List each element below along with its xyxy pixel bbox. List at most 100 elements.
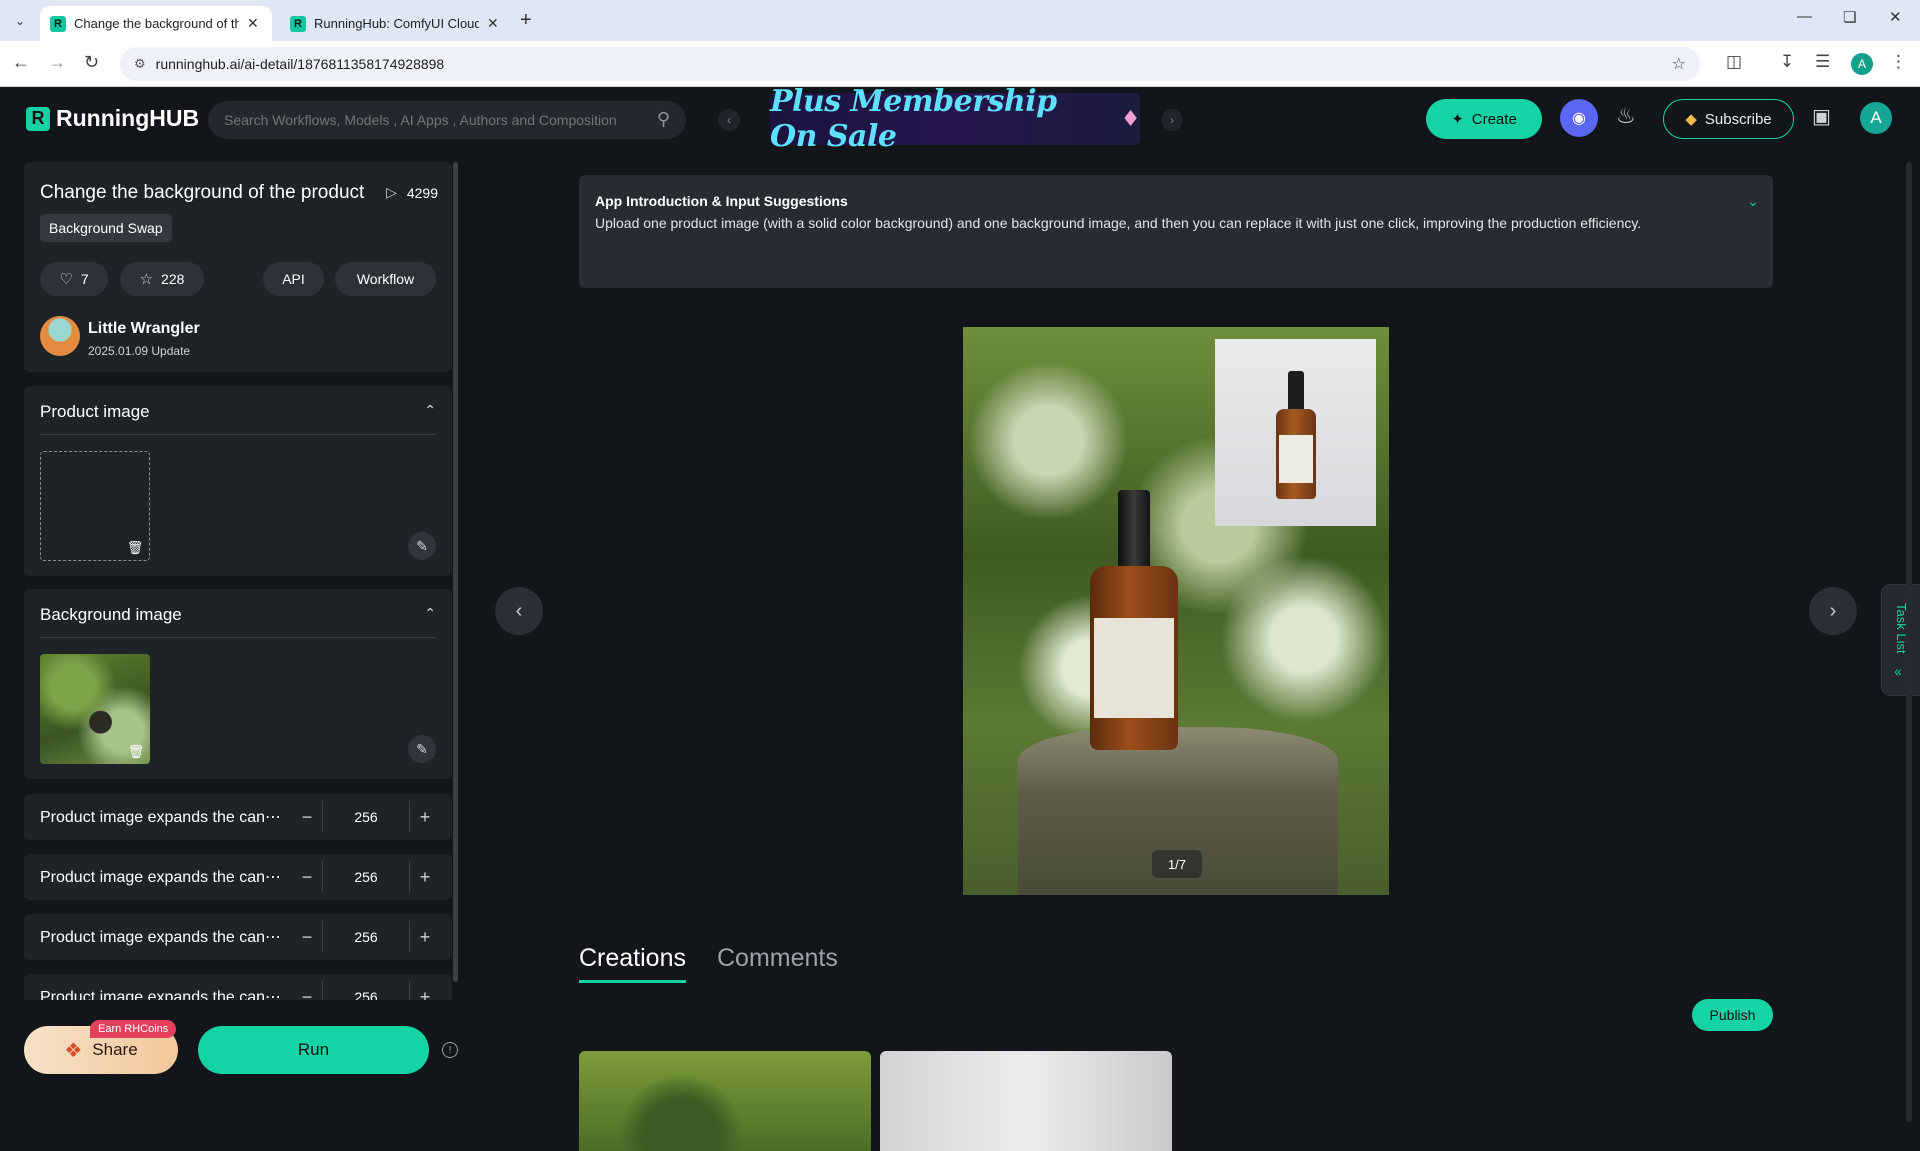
author-name[interactable]: Little Wrangler xyxy=(88,320,200,338)
bottle-label xyxy=(1094,618,1174,718)
discord-icon[interactable]: ◉ xyxy=(1560,99,1598,137)
trash-icon[interactable]: 🗑 xyxy=(128,744,145,760)
close-tab-icon[interactable]: ✕ xyxy=(487,15,499,32)
back-icon[interactable]: ← xyxy=(12,52,30,73)
browser-menu-icon[interactable]: ⋮ xyxy=(1890,52,1907,72)
browser-tab[interactable]: R RunningHub: ComfyUI Cloud, C ✕ xyxy=(280,6,512,41)
section-title: Background image xyxy=(40,605,182,624)
play-count: ▷ 4299 xyxy=(386,184,438,201)
gem-icon: ♦ xyxy=(1120,106,1141,132)
plus-icon[interactable]: + xyxy=(410,801,440,833)
minus-icon[interactable]: − xyxy=(292,861,322,893)
param-label: Product image expands the can⋯ xyxy=(40,869,282,886)
app-title: Change the background of the product xyxy=(40,182,365,203)
category-tag[interactable]: Background Swap xyxy=(40,214,172,242)
url-field[interactable]: ⚙ runninghub.ai/ai-detail/18768113581749… xyxy=(120,47,1700,81)
notification-bell-icon[interactable]: ♨ xyxy=(1616,103,1636,129)
background-image-thumbnail[interactable]: 🗑 xyxy=(40,654,150,764)
expand-chevron-icon[interactable]: ⌄ xyxy=(1747,193,1759,210)
publish-button[interactable]: Publish xyxy=(1692,999,1773,1031)
forward-icon[interactable]: → xyxy=(48,52,66,73)
creation-card[interactable] xyxy=(579,1051,871,1151)
banner-prev-icon[interactable]: ‹ xyxy=(718,109,740,131)
star-icon: ☆ xyxy=(139,271,154,288)
product-image-upload[interactable]: 🗑 xyxy=(40,451,150,561)
url-text: runninghub.ai/ai-detail/1876811358174928… xyxy=(155,56,445,72)
run-button[interactable]: Run xyxy=(198,1026,429,1074)
tab-creations[interactable]: Creations xyxy=(579,944,686,973)
search-icon[interactable]: ⚲ xyxy=(657,109,670,130)
minus-icon[interactable]: − xyxy=(292,981,322,1001)
runninghub-logo[interactable]: R RunningHUB xyxy=(26,105,199,132)
inset-bottle-shape xyxy=(1276,371,1316,499)
param-label: Product image expands the can⋯ xyxy=(40,809,282,826)
reload-icon[interactable]: ↻ xyxy=(84,52,99,73)
product-image-section: Product image ⌃ 🗑 ✎ xyxy=(24,386,452,576)
banner-next-icon[interactable]: › xyxy=(1161,109,1183,131)
plus-icon[interactable]: + xyxy=(410,861,440,893)
close-tab-icon[interactable]: ✕ xyxy=(247,15,259,32)
favorite-button[interactable]: ☆ 228 xyxy=(120,262,204,296)
inset-bottle-label xyxy=(1279,435,1313,483)
minimize-icon[interactable]: — xyxy=(1797,8,1812,25)
inset-bottle-cap xyxy=(1288,371,1304,411)
create-button[interactable]: ✦ Create xyxy=(1426,99,1542,139)
browser-tab-active[interactable]: R Change the background of the ✕ xyxy=(40,6,272,41)
search-bar[interactable]: ⚲ xyxy=(208,101,686,139)
new-tab-icon[interactable]: + xyxy=(520,9,532,32)
info-icon[interactable]: ! xyxy=(442,1042,458,1058)
stepper-value[interactable]: 256 xyxy=(322,981,410,1000)
product-bottle-shape xyxy=(1090,490,1178,750)
search-input[interactable] xyxy=(224,112,644,128)
gift-icon: ❖ xyxy=(64,1039,83,1062)
panel-scrollbar[interactable] xyxy=(453,162,458,982)
close-window-icon[interactable]: ✕ xyxy=(1889,8,1902,26)
media-control-icon[interactable]: ☰ xyxy=(1815,52,1830,72)
like-button[interactable]: ♡ 7 xyxy=(40,262,108,296)
minus-icon[interactable]: − xyxy=(292,801,322,833)
author-avatar[interactable] xyxy=(40,316,80,356)
tab-title: Change the background of the xyxy=(74,16,239,31)
background-image-section: Background image ⌃ 🗑 ✎ xyxy=(24,589,452,779)
runninghub-favicon-icon: R xyxy=(50,15,66,32)
edit-image-icon[interactable]: ✎ xyxy=(408,532,436,560)
intro-text: Upload one product image (with a solid c… xyxy=(595,215,1642,231)
site-info-icon[interactable]: ⚙ xyxy=(134,56,146,72)
wand-icon: ✦ xyxy=(1451,111,1464,128)
collapse-chevron-icon[interactable]: ⌃ xyxy=(424,402,436,419)
bookmark-star-icon[interactable]: ☆ xyxy=(1672,54,1686,74)
subscribe-label: Subscribe xyxy=(1704,110,1772,128)
extensions-icon[interactable]: ◫ xyxy=(1726,52,1742,72)
user-avatar[interactable]: A xyxy=(1860,102,1892,134)
gallery-prev-icon[interactable]: ‹ xyxy=(495,587,543,635)
edit-image-icon[interactable]: ✎ xyxy=(408,735,436,763)
stepper-value[interactable]: 256 xyxy=(322,921,410,953)
api-button[interactable]: API xyxy=(263,262,324,296)
minus-icon[interactable]: − xyxy=(292,921,322,953)
download-icon[interactable]: ↧ xyxy=(1780,52,1794,72)
divider xyxy=(40,434,436,435)
browser-profile-avatar[interactable]: A xyxy=(1851,53,1873,75)
play-icon: ▷ xyxy=(386,184,397,200)
workflow-button[interactable]: Workflow xyxy=(335,262,436,296)
membership-banner[interactable]: Plus Membership On Sale ♦ xyxy=(770,84,1141,154)
collapse-chevron-icon[interactable]: ⌃ xyxy=(424,605,436,622)
intro-title: App Introduction & Input Suggestions xyxy=(595,193,848,209)
active-tab-underline xyxy=(579,980,686,983)
page-scrollbar[interactable] xyxy=(1906,162,1912,1122)
trash-icon[interactable]: 🗑 xyxy=(127,540,144,556)
gallery-next-icon[interactable]: › xyxy=(1809,587,1857,635)
plus-icon[interactable]: + xyxy=(410,981,440,1001)
browser-tab-bar: ⌄ R Change the background of the ✕ R Run… xyxy=(0,0,1920,41)
creation-card[interactable] xyxy=(880,1051,1172,1151)
plus-icon[interactable]: + xyxy=(410,921,440,953)
task-list-tab[interactable]: Task List « xyxy=(1881,584,1920,696)
restore-icon[interactable]: ❏ xyxy=(1843,8,1856,26)
tab-search-icon[interactable]: ⌄ xyxy=(8,9,32,33)
language-globe-icon[interactable]: ▣ xyxy=(1812,104,1831,129)
stepper-value[interactable]: 256 xyxy=(322,801,410,833)
stepper-value[interactable]: 256 xyxy=(322,861,410,893)
tab-comments[interactable]: Comments xyxy=(717,944,838,973)
subscribe-button[interactable]: ◆ Subscribe xyxy=(1663,99,1794,139)
quantity-stepper: − 256 + xyxy=(292,981,440,1000)
